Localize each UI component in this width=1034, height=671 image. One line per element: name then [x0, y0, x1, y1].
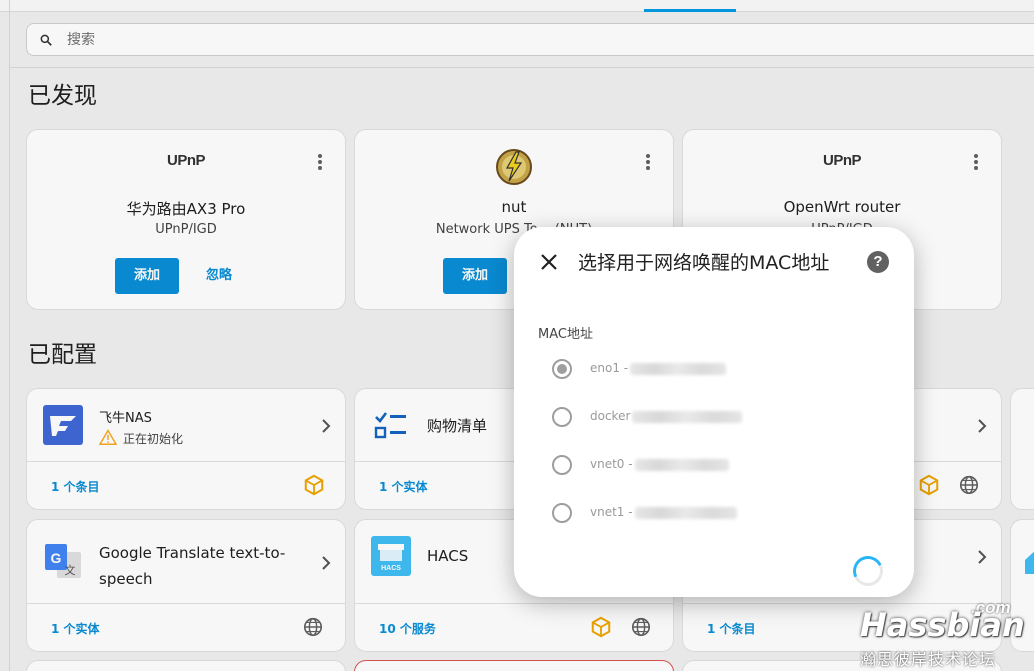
help-icon[interactable]: ? [867, 251, 889, 273]
hassbian-watermark: .com Hassbian 瀚思彼岸技术论坛 [858, 596, 1034, 671]
watermark-subtitle: 瀚思彼岸技术论坛 [860, 650, 997, 669]
mac-option[interactable]: vnet0 - [550, 453, 870, 477]
option-label: vnet0 - [590, 457, 729, 471]
mac-option[interactable]: docker [550, 405, 870, 429]
option-label: vnet1 - [590, 505, 737, 519]
dialog-title: 选择用于网络唤醒的MAC地址 [578, 252, 830, 274]
option-label: eno1 - [590, 361, 727, 375]
option-label: docker [590, 409, 743, 423]
mac-option[interactable]: vnet1 - [550, 501, 870, 525]
radio-button[interactable] [552, 455, 572, 475]
radio-button[interactable] [552, 407, 572, 427]
mac-option[interactable]: eno1 - [550, 357, 870, 381]
watermark-brand: Hassbian [860, 606, 1025, 644]
radio-button[interactable] [552, 359, 572, 379]
close-icon[interactable] [540, 253, 558, 271]
loading-spinner [848, 551, 888, 591]
field-label: MAC地址 [538, 327, 593, 342]
radio-button[interactable] [552, 503, 572, 523]
mac-select-dialog: 选择用于网络唤醒的MAC地址 ? MAC地址 eno1 - docker vne… [514, 227, 914, 597]
